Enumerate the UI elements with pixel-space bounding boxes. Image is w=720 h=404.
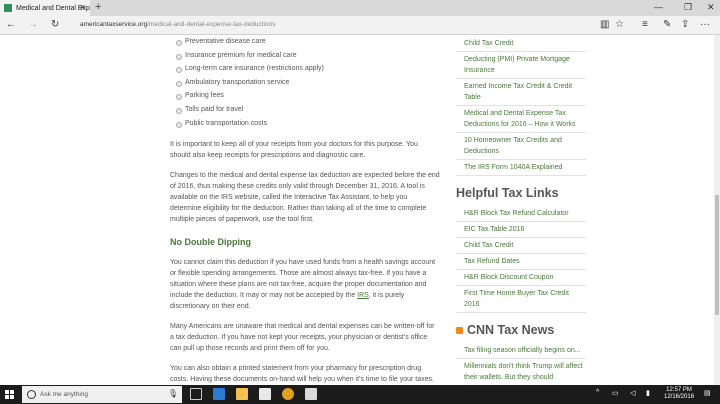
cnn-news-link[interactable]: Millennials don't think Trump will affec… (456, 359, 586, 385)
paragraph-changes: Changes to the medical and dental expens… (170, 172, 440, 224)
hub-icon[interactable]: ≡ (642, 19, 648, 30)
clock-time: 12:57 PM (666, 387, 692, 393)
paragraph-receipts: It is important to keep all of your rece… (170, 141, 418, 160)
cortana-search-box[interactable]: Ask me anything 🎙 (22, 386, 182, 403)
list-item: Parking fees (176, 89, 440, 103)
close-window-icon[interactable]: ✕ (707, 2, 715, 13)
action-center-icon[interactable]: ▤ (704, 389, 711, 397)
helpful-link[interactable]: H&R Block Tax Refund Calculator (456, 206, 586, 222)
heading-no-double-dipping: No Double Dipping (170, 237, 251, 248)
web-note-icon[interactable]: ✎ (663, 19, 671, 30)
maximize-icon[interactable]: ❐ (684, 2, 692, 13)
paragraph-double-dipping: You cannot claim this deduction if you h… (170, 257, 440, 312)
paragraph-pharmacy: You can also obtain a printed statement … (170, 365, 434, 384)
site-favicon-icon (4, 4, 12, 12)
tray-arrow-icon[interactable]: ^ (596, 389, 599, 396)
irs-link[interactable]: IRS (357, 292, 369, 299)
expense-list: Preventative disease care Insurance prem… (176, 35, 440, 130)
cnn-news-link[interactable]: Tax filing season officially begins on..… (456, 343, 586, 359)
tab-bar: Medical and Dental Exp ✕ + — ❐ ✕ (0, 0, 720, 16)
address-bar[interactable]: americantaxservice.org/medical-and-denta… (80, 21, 275, 28)
system-clock[interactable]: 12:57 PM 12/16/2016 (664, 387, 694, 401)
list-item: Public transportation costs (176, 117, 440, 131)
sidebar: Child Tax Credit Deducting (PMI) Private… (456, 35, 586, 385)
cortana-icon (27, 390, 36, 399)
minimize-icon[interactable]: — (654, 2, 663, 12)
scrollbar-thumb[interactable] (715, 195, 719, 315)
store-icon[interactable] (259, 388, 271, 400)
reading-view-icon[interactable]: ▥ (600, 19, 609, 30)
helpful-link[interactable]: H&R Block Discount Coupon (456, 270, 586, 286)
navigation-bar: ← → ↻ americantaxservice.org/medical-and… (0, 16, 720, 35)
url-domain: americantaxservice.org (80, 21, 148, 28)
edge-browser-icon[interactable] (213, 388, 225, 400)
sidebar-link[interactable]: 10 Homeowner Tax Credits and Deductions (456, 133, 586, 160)
sidebar-link[interactable]: Deducting (PMI) Private Mortgage Insuran… (456, 52, 586, 79)
refresh-icon[interactable]: ↻ (51, 19, 59, 30)
helpful-link[interactable]: Tax Refund Dates (456, 254, 586, 270)
windows-start-icon[interactable] (5, 390, 14, 399)
list-item: Tolls paid for travel (176, 103, 440, 117)
cnn-tax-news-heading: CNN Tax News (456, 313, 586, 343)
sidebar-link[interactable]: Child Tax Credit (456, 36, 586, 52)
microphone-icon[interactable]: 🎙 (168, 389, 178, 398)
list-item: Ambulatory transportation service (176, 76, 440, 90)
volume-icon[interactable]: ◁ (630, 389, 635, 397)
page-scrollbar[interactable] (714, 35, 720, 385)
chrome-icon[interactable] (282, 388, 294, 400)
web-page: Preventative disease care Insurance prem… (0, 35, 714, 385)
sidebar-link[interactable]: Medical and Dental Expense Tax Deduction… (456, 106, 586, 133)
list-item: Preventative disease care (176, 35, 440, 49)
browser-tab[interactable]: Medical and Dental Exp ✕ (0, 0, 90, 16)
close-tab-icon[interactable]: ✕ (79, 3, 86, 12)
helpful-tax-links-heading: Helpful Tax Links (456, 186, 559, 200)
new-tab-icon[interactable]: + (95, 1, 101, 13)
paragraph-unaware: Many Americans are unaware that medical … (170, 323, 435, 353)
helpful-link[interactable]: EIC Tax Table 2016 (456, 222, 586, 238)
windows-taskbar: Ask me anything 🎙 ^ ▭ ◁ ▮ 12:57 PM 12/16… (0, 385, 720, 404)
sidebar-link[interactable]: Earned Income Tax Credit & Credit Table (456, 79, 586, 106)
more-icon[interactable]: ··· (700, 19, 710, 30)
article-body: Preventative disease care Insurance prem… (170, 35, 440, 385)
sidebar-link[interactable]: The IRS Form 1040A Explained (456, 160, 586, 176)
list-item: Insurance premium for medical care (176, 49, 440, 63)
rss-icon[interactable] (456, 327, 463, 335)
list-item: Long-term care insurance (restrictions a… (176, 62, 440, 76)
photos-icon[interactable] (305, 388, 317, 400)
back-icon[interactable]: ← (6, 19, 16, 30)
battery-icon[interactable]: ▮ (646, 389, 650, 397)
clock-date: 12/16/2016 (664, 394, 695, 400)
helpful-link[interactable]: First Time Home Buyer Tax Credit 2016 (456, 286, 586, 313)
file-explorer-icon[interactable] (236, 388, 248, 400)
url-path: /medical-and-dental-expense-tax-deductio… (147, 21, 276, 28)
task-view-icon[interactable] (190, 388, 202, 400)
share-icon[interactable]: ⇪ (681, 19, 689, 30)
network-icon[interactable]: ▭ (612, 389, 619, 397)
forward-icon[interactable]: → (28, 19, 38, 30)
favorite-star-icon[interactable]: ☆ (615, 19, 624, 30)
search-placeholder: Ask me anything (40, 391, 89, 398)
cnn-heading-text: CNN Tax News (467, 323, 555, 337)
helpful-link[interactable]: Child Tax Credit (456, 238, 586, 254)
